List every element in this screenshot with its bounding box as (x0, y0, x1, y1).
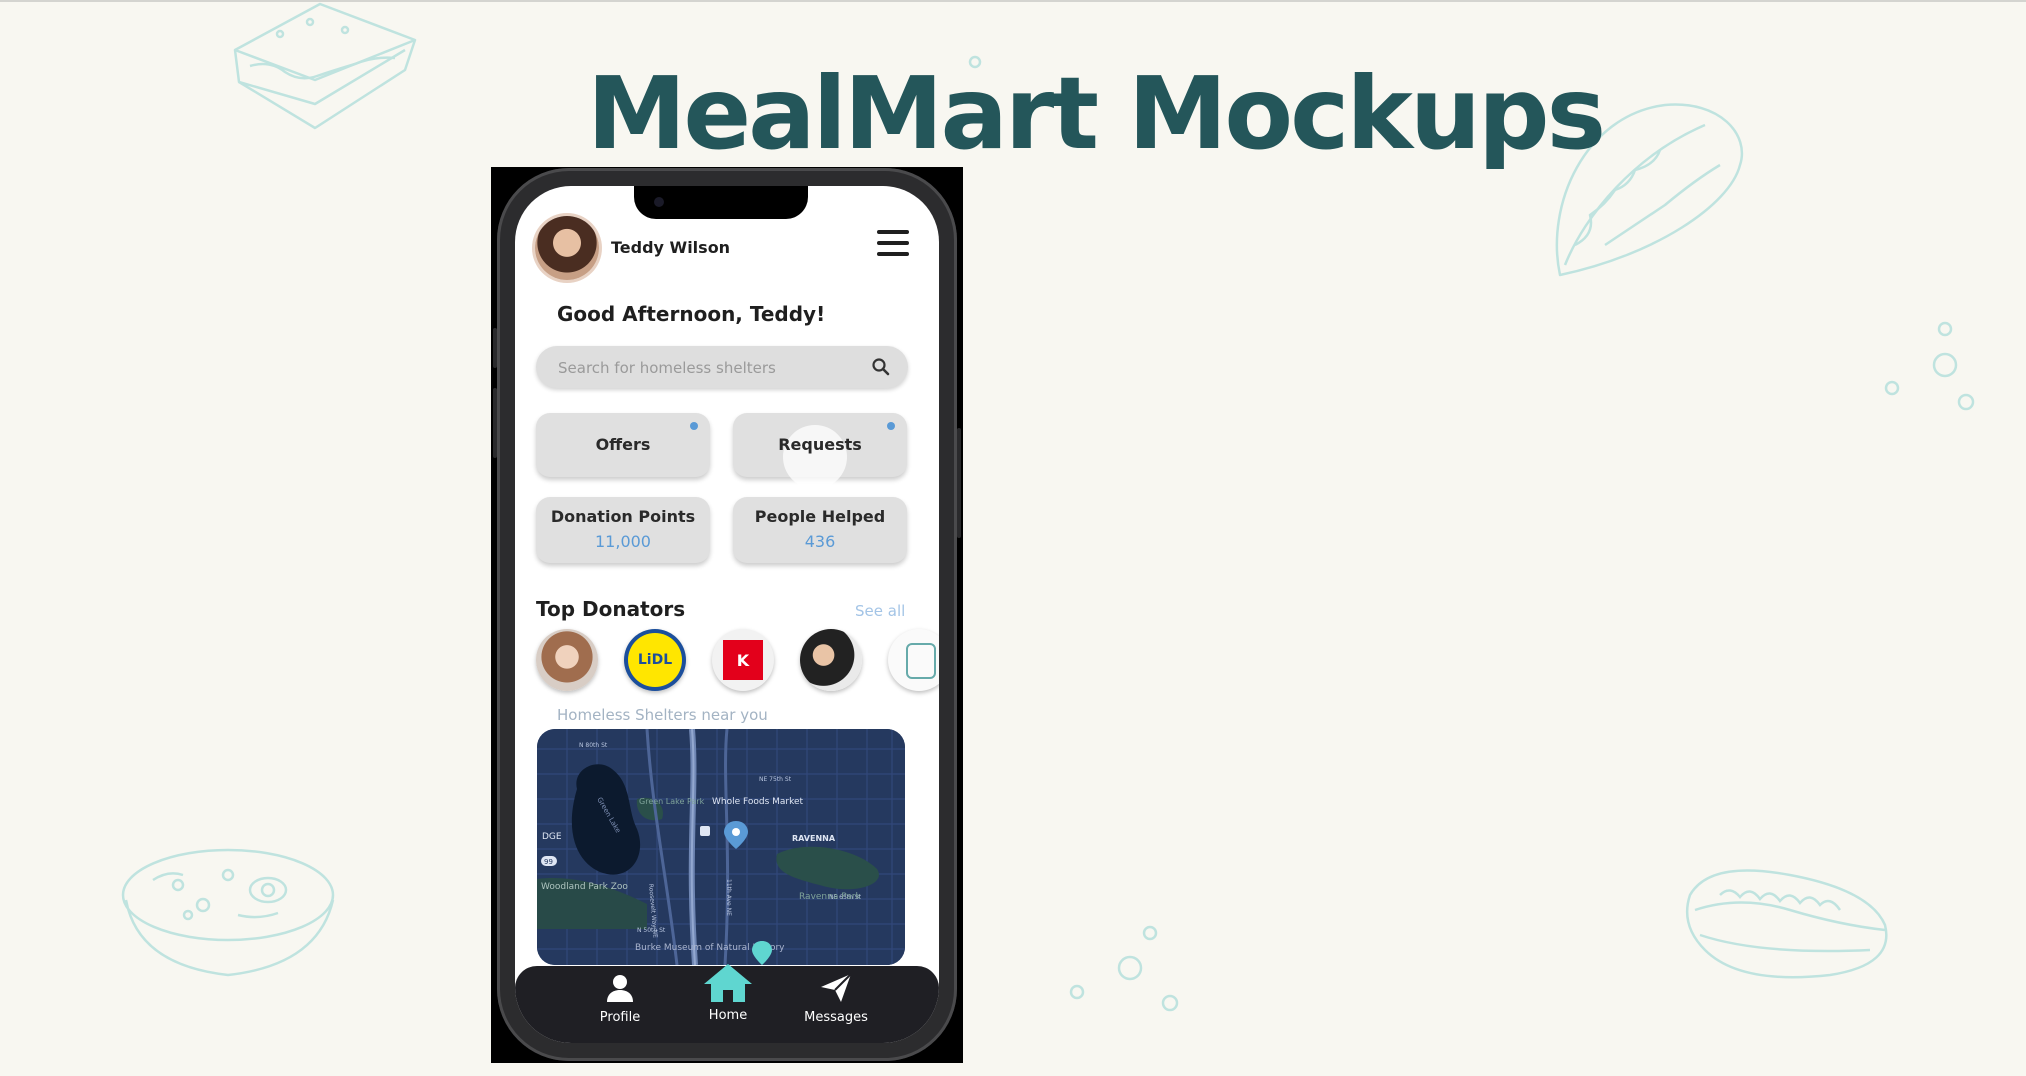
page-title: MealMart Mockups (586, 55, 1606, 172)
soup-bowl-doodle-icon (121, 848, 335, 977)
phone-screen: Teddy Wilson Good Afternoon, Teddy! Offe… (515, 186, 939, 1043)
donator-logo[interactable] (888, 629, 939, 691)
offers-button[interactable]: Offers (536, 413, 710, 477)
bubbles-doodle-icon (1069, 925, 1179, 1012)
phone-mockup: Teddy Wilson Good Afternoon, Teddy! Offe… (493, 168, 961, 1061)
requests-button[interactable]: Requests (733, 413, 907, 489)
donation-points-card: Donation Points 11,000 (536, 497, 710, 563)
people-helped-label: People Helped (754, 507, 886, 526)
lidl-logo-text: LiDL (628, 633, 682, 687)
map-label-edge: DGE (542, 832, 562, 842)
nav-home[interactable]: Home (688, 964, 768, 1023)
map-lake-park-label: Green Lake Park (639, 797, 705, 806)
phone-side-button (957, 428, 961, 538)
notification-dot (690, 422, 698, 430)
nav-messages[interactable]: Messages (796, 972, 876, 1025)
user-name: Teddy Wilson (611, 238, 731, 257)
home-icon (704, 964, 752, 1002)
phone-side-button (493, 328, 497, 368)
map-place-label: Whole Foods Market (712, 797, 804, 807)
phone-notch (634, 186, 808, 219)
search-icon[interactable] (871, 357, 891, 377)
map-street-label: N 80th St (579, 742, 608, 749)
bubbles-doodle-icon (1884, 321, 1975, 411)
phone-side-button (493, 388, 497, 458)
map-avenue-label: 11th Ave NE (725, 879, 732, 916)
donator-avatar[interactable] (800, 629, 862, 691)
nav-messages-label: Messages (804, 1010, 868, 1025)
map-park-label: Ravenna Park (799, 892, 861, 902)
send-icon (821, 973, 852, 1002)
map-section-label: Homeless Shelters near you (557, 706, 768, 724)
offers-label: Offers (595, 435, 651, 454)
hamburger-menu-icon[interactable] (877, 230, 909, 260)
shelters-map[interactable]: DGE N 80th St NE 75th St NE 65th St N 50… (537, 729, 905, 965)
nav-home-label: Home (708, 1008, 748, 1023)
hotdog-doodle-icon (1685, 869, 1888, 979)
people-helped-value: 436 (804, 532, 836, 551)
greeting-text: Good Afternoon, Teddy! (557, 302, 826, 326)
donators-row: LiDL K (536, 629, 939, 693)
bottom-navigation: Profile Home Messages (515, 964, 939, 1043)
see-all-link[interactable]: See all (855, 602, 905, 620)
nav-profile[interactable]: Profile (580, 972, 660, 1025)
highway-number: 99 (544, 858, 553, 866)
top-donators-title: Top Donators (536, 597, 686, 621)
kaufland-logo[interactable]: K (712, 629, 774, 691)
map-canvas[interactable]: DGE N 80th St NE 75th St NE 65th St N 50… (537, 729, 905, 965)
search-input[interactable] (556, 346, 860, 390)
donation-points-value: 11,000 (595, 532, 651, 551)
search-bar[interactable] (536, 346, 908, 390)
map-district-label: RAVENNA (792, 834, 836, 843)
user-avatar[interactable] (535, 216, 599, 280)
people-helped-card: People Helped 436 (733, 497, 907, 563)
donation-points-label: Donation Points (550, 507, 696, 526)
lidl-logo[interactable]: LiDL (624, 629, 686, 691)
kaufland-logo-text: K (723, 640, 763, 680)
map-street-label: NE 75th St (759, 776, 792, 783)
nav-profile-label: Profile (599, 1010, 641, 1025)
person-icon (607, 975, 633, 1002)
map-zoo-label: Woodland Park Zoo (541, 882, 628, 892)
sandwich-doodle-icon (233, 2, 417, 130)
camera-icon (654, 197, 664, 207)
donator-avatar[interactable] (536, 629, 598, 691)
requests-label: Requests (778, 435, 862, 454)
transit-icon (700, 826, 710, 836)
